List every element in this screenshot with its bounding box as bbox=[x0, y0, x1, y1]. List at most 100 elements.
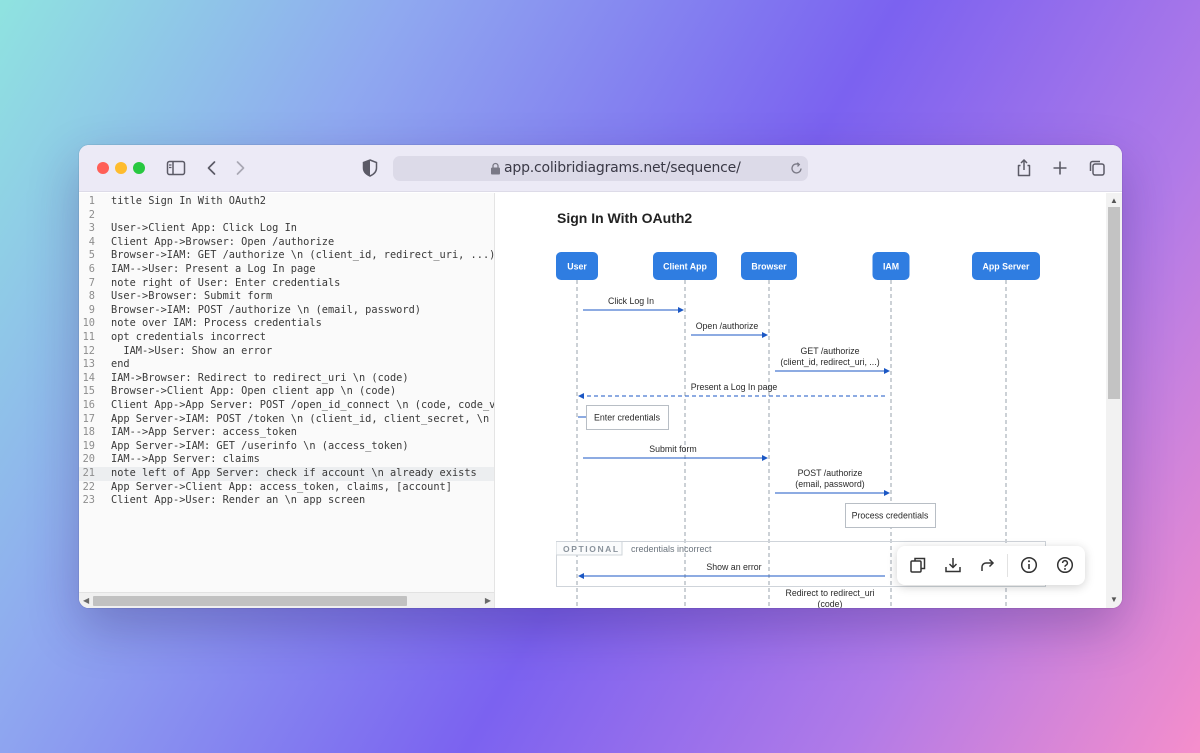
back-chevron-icon[interactable] bbox=[201, 157, 223, 179]
arrowhead bbox=[578, 573, 584, 579]
browser-window: app.colibridiagrams.net/sequence/ 23 Clie… bbox=[79, 145, 1122, 608]
line-number: 6 bbox=[88, 263, 95, 275]
arrowhead bbox=[578, 393, 584, 399]
scroll-up-icon[interactable]: ▲ bbox=[1110, 196, 1118, 205]
code-line[interactable]: 4 Client App->Browser: Open /authorize bbox=[79, 235, 494, 250]
sidebar-toggle-icon[interactable] bbox=[165, 157, 187, 179]
actor-label: Client App bbox=[663, 262, 707, 272]
vertical-scrollbar[interactable]: ▲ ▼ bbox=[1106, 193, 1122, 608]
code-editor[interactable]: 23 Client App->User: Render an \n app scr… bbox=[79, 193, 495, 608]
line-number: 2 bbox=[88, 208, 95, 221]
line-number: 9 bbox=[88, 303, 95, 316]
vertical-scroll-thumb[interactable] bbox=[1108, 207, 1120, 399]
share-icon[interactable] bbox=[978, 555, 998, 575]
line-number: 12 bbox=[82, 344, 95, 357]
code-line[interactable]: 18 IAM-->App Server: access_token bbox=[79, 426, 494, 440]
message-label: (client_id, redirect_uri, ...) bbox=[780, 357, 879, 367]
horizontal-scrollbar[interactable]: ◀ ▶ bbox=[79, 592, 494, 608]
url-text: app.colibridiagrams.net/sequence/ bbox=[504, 160, 741, 176]
line-number: 17 bbox=[82, 412, 95, 425]
code-line[interactable]: 9 Browser->IAM: POST /authorize \n (email… bbox=[79, 303, 494, 318]
line-number: 15 bbox=[82, 385, 95, 398]
diagram-title: Sign In With OAuth2 bbox=[557, 210, 692, 226]
code-text: Client App->User: Render an \n app scree… bbox=[111, 494, 366, 507]
scroll-right-icon[interactable]: ▶ bbox=[485, 596, 491, 605]
message-label: Present a Log In page bbox=[691, 382, 778, 392]
code-text: note right of User: Enter credentials bbox=[111, 276, 341, 289]
code-line[interactable]: 13 end bbox=[79, 358, 494, 372]
code-line[interactable]: 3 User->Client App: Click Log In bbox=[79, 222, 494, 236]
code-line[interactable]: 10 note over IAM: Process credentials bbox=[79, 317, 494, 331]
code-line[interactable]: 5 Browser->IAM: GET /authorize \n (client… bbox=[79, 249, 495, 263]
reload-icon[interactable] bbox=[789, 161, 804, 176]
code-line[interactable]: 6 IAM-->User: Present a Log In page bbox=[79, 263, 494, 277]
code-line[interactable]: 17 App Server->IAM: POST /token \n (clien… bbox=[79, 412, 494, 427]
line-number: 7 bbox=[88, 276, 95, 289]
fragment-condition: credentials incorrect bbox=[631, 544, 712, 554]
diagram-toolbar bbox=[897, 546, 1085, 585]
actor-label: App Server bbox=[983, 262, 1031, 272]
code-line[interactable]: 12 IAM->User: Show an error bbox=[79, 344, 494, 359]
code-text: User->Client App: Click Log In bbox=[111, 222, 297, 235]
code-text: title Sign In With OAuth2 bbox=[111, 195, 266, 207]
lock-icon bbox=[491, 162, 500, 175]
code-text: IAM-->User: Present a Log In page bbox=[111, 263, 316, 275]
code-line[interactable]: 7 note right of User: Enter credentials bbox=[79, 276, 494, 291]
code-line[interactable]: 8 User->Browser: Submit form bbox=[79, 290, 494, 304]
actor-label: Browser bbox=[751, 262, 787, 272]
code-text: Client App->Browser: Open /authorize bbox=[111, 235, 335, 248]
message-label: Click Log In bbox=[608, 296, 654, 306]
code-text: end bbox=[111, 358, 130, 371]
close-window-button[interactable] bbox=[97, 162, 109, 174]
code-line[interactable]: 23 Client App->User: Render an \n app scr… bbox=[79, 494, 494, 508]
help-icon[interactable] bbox=[1055, 555, 1075, 575]
code-text: note over IAM: Process credentials bbox=[111, 317, 322, 330]
minimize-window-button[interactable] bbox=[115, 162, 127, 174]
code-text: Browser->IAM: GET /authorize \n (client_… bbox=[111, 249, 495, 262]
forward-chevron-icon[interactable] bbox=[229, 157, 251, 179]
code-line[interactable]: 21 note left of App Server: check if acco… bbox=[79, 467, 494, 481]
code-line[interactable]: 20 IAM-->App Server: claims bbox=[79, 453, 494, 467]
code-line[interactable]: 15 Browser->Client App: Open client app \… bbox=[79, 385, 494, 399]
line-number: 21 bbox=[82, 467, 95, 479]
code-line[interactable]: 11 opt credentials incorrect bbox=[79, 331, 494, 345]
zoom-window-button[interactable] bbox=[133, 162, 145, 174]
code-line[interactable]: 14 IAM->Browser: Redirect to redirect_uri… bbox=[79, 371, 494, 386]
scroll-left-icon[interactable]: ◀ bbox=[83, 596, 89, 605]
arrowhead bbox=[762, 455, 768, 461]
line-number: 22 bbox=[82, 480, 95, 493]
message-label: Redirect to redirect_uri bbox=[786, 588, 875, 598]
code-text: Browser->Client App: Open client app \n … bbox=[111, 385, 397, 398]
horizontal-scroll-thumb[interactable] bbox=[93, 596, 407, 606]
message-label: (code) bbox=[818, 599, 843, 608]
download-icon[interactable] bbox=[943, 555, 963, 575]
message-label: Submit form bbox=[649, 444, 696, 454]
share-page-icon[interactable] bbox=[1013, 157, 1035, 179]
line-number: 18 bbox=[82, 426, 95, 439]
code-text: IAM->Browser: Redirect to redirect_uri \… bbox=[111, 371, 409, 384]
actor-label: User bbox=[567, 262, 587, 272]
code-line[interactable]: 2 bbox=[79, 208, 494, 223]
arrowhead bbox=[884, 368, 890, 374]
code-line[interactable]: 16 Client App->App Server: POST /open_id_… bbox=[79, 399, 495, 413]
line-number: 23 bbox=[82, 494, 95, 507]
line-number: 5 bbox=[88, 249, 95, 262]
note-text: Enter credentials bbox=[594, 413, 661, 423]
code-text: note left of App Server: check if accoun… bbox=[111, 467, 477, 479]
info-icon[interactable] bbox=[1019, 555, 1039, 575]
new-tab-plus-icon[interactable] bbox=[1049, 157, 1071, 179]
address-bar[interactable]: app.colibridiagrams.net/sequence/ bbox=[393, 156, 808, 181]
scroll-down-icon[interactable]: ▼ bbox=[1110, 595, 1118, 604]
code-text: App Server->IAM: GET /userinfo \n (acces… bbox=[111, 439, 409, 452]
code-text: Client App->App Server: POST /open_id_co… bbox=[111, 399, 495, 411]
privacy-shield-icon[interactable] bbox=[359, 157, 381, 179]
line-number: 19 bbox=[82, 439, 95, 452]
code-line[interactable]: 22 App Server->Client App: access_token, … bbox=[79, 480, 494, 495]
line-number: 14 bbox=[82, 371, 95, 384]
line-number: 20 bbox=[82, 453, 95, 466]
code-line[interactable]: 19 App Server->IAM: GET /userinfo \n (acc… bbox=[79, 439, 494, 454]
line-number: 1 bbox=[88, 195, 95, 207]
copy-icon[interactable] bbox=[908, 555, 928, 575]
tab-overview-icon[interactable] bbox=[1086, 157, 1108, 179]
code-line[interactable]: 1 title Sign In With OAuth2 bbox=[79, 195, 494, 209]
